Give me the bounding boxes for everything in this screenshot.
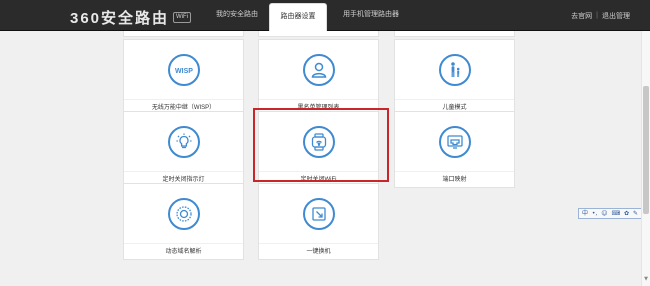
card-label: 端口映射 (395, 171, 514, 187)
one-click-switch-icon (302, 197, 335, 230)
selection-highlight-box (253, 108, 389, 182)
wisp-icon: WISP (167, 53, 200, 86)
card-wisp[interactable]: WISP 无线万能中继（WISP） (123, 39, 244, 116)
logo-badge: WiFi (173, 12, 192, 23)
ime-floating-toolbar[interactable]: 中 •, ☺ ⌨ ✿ ✎ (578, 208, 642, 219)
link-separator: | (596, 12, 598, 19)
svg-text:WISP: WISP (175, 68, 193, 75)
official-site-link[interactable]: 去官网 (571, 11, 592, 21)
ime-lang-button[interactable]: 中 (582, 209, 588, 218)
partial-card-2 (258, 31, 379, 37)
settings-icon[interactable]: ✎ (633, 209, 638, 218)
user-blacklist-icon (302, 53, 335, 86)
scroll-down-arrow-icon[interactable]: ▼ (643, 277, 649, 282)
card-label: 动态域名解析 (124, 243, 243, 259)
scrollbar-thumb[interactable] (643, 86, 649, 214)
top-navigation-bar: 360安全路由 WiFi 我的安全路由 路由器设置 用手机管理路由器 去官网 |… (0, 0, 650, 31)
emoji-icon[interactable]: ☺ (601, 209, 607, 218)
vertical-scrollbar[interactable]: ▼ (641, 31, 650, 286)
top-right-links: 去官网 | 退出管理 (571, 0, 630, 31)
card-ddns[interactable]: 动态域名解析 (123, 183, 244, 260)
card-label: 一键换机 (259, 243, 378, 259)
tab-my-router[interactable]: 我的安全路由 (211, 0, 263, 31)
skin-icon[interactable]: ✿ (624, 209, 629, 218)
tab-router-settings[interactable]: 路由器设置 (269, 3, 327, 31)
partial-card-1 (123, 31, 244, 37)
child-mode-icon (438, 53, 471, 86)
brand-logo[interactable]: 360安全路由 WiFi (70, 7, 192, 28)
logout-link[interactable]: 退出管理 (602, 11, 630, 21)
ddns-icon (167, 197, 200, 230)
port-mapping-icon (438, 125, 471, 158)
card-child-mode[interactable]: 儿童模式 (394, 39, 515, 116)
tab-mobile-management[interactable]: 用手机管理路由器 (335, 0, 407, 31)
card-one-click-switch[interactable]: 一键换机 (258, 183, 379, 260)
lightbulb-icon (167, 125, 200, 158)
ime-punct-button[interactable]: •, (592, 209, 597, 218)
card-blacklist[interactable]: 黑名单管理列表 (258, 39, 379, 116)
card-indicator-light[interactable]: 定时关闭指示灯 (123, 111, 244, 188)
keyboard-icon[interactable]: ⌨ (611, 209, 620, 218)
partial-card-3 (394, 31, 515, 37)
logo-text: 360安全路由 (70, 10, 170, 27)
card-port-mapping[interactable]: 端口映射 (394, 111, 515, 188)
